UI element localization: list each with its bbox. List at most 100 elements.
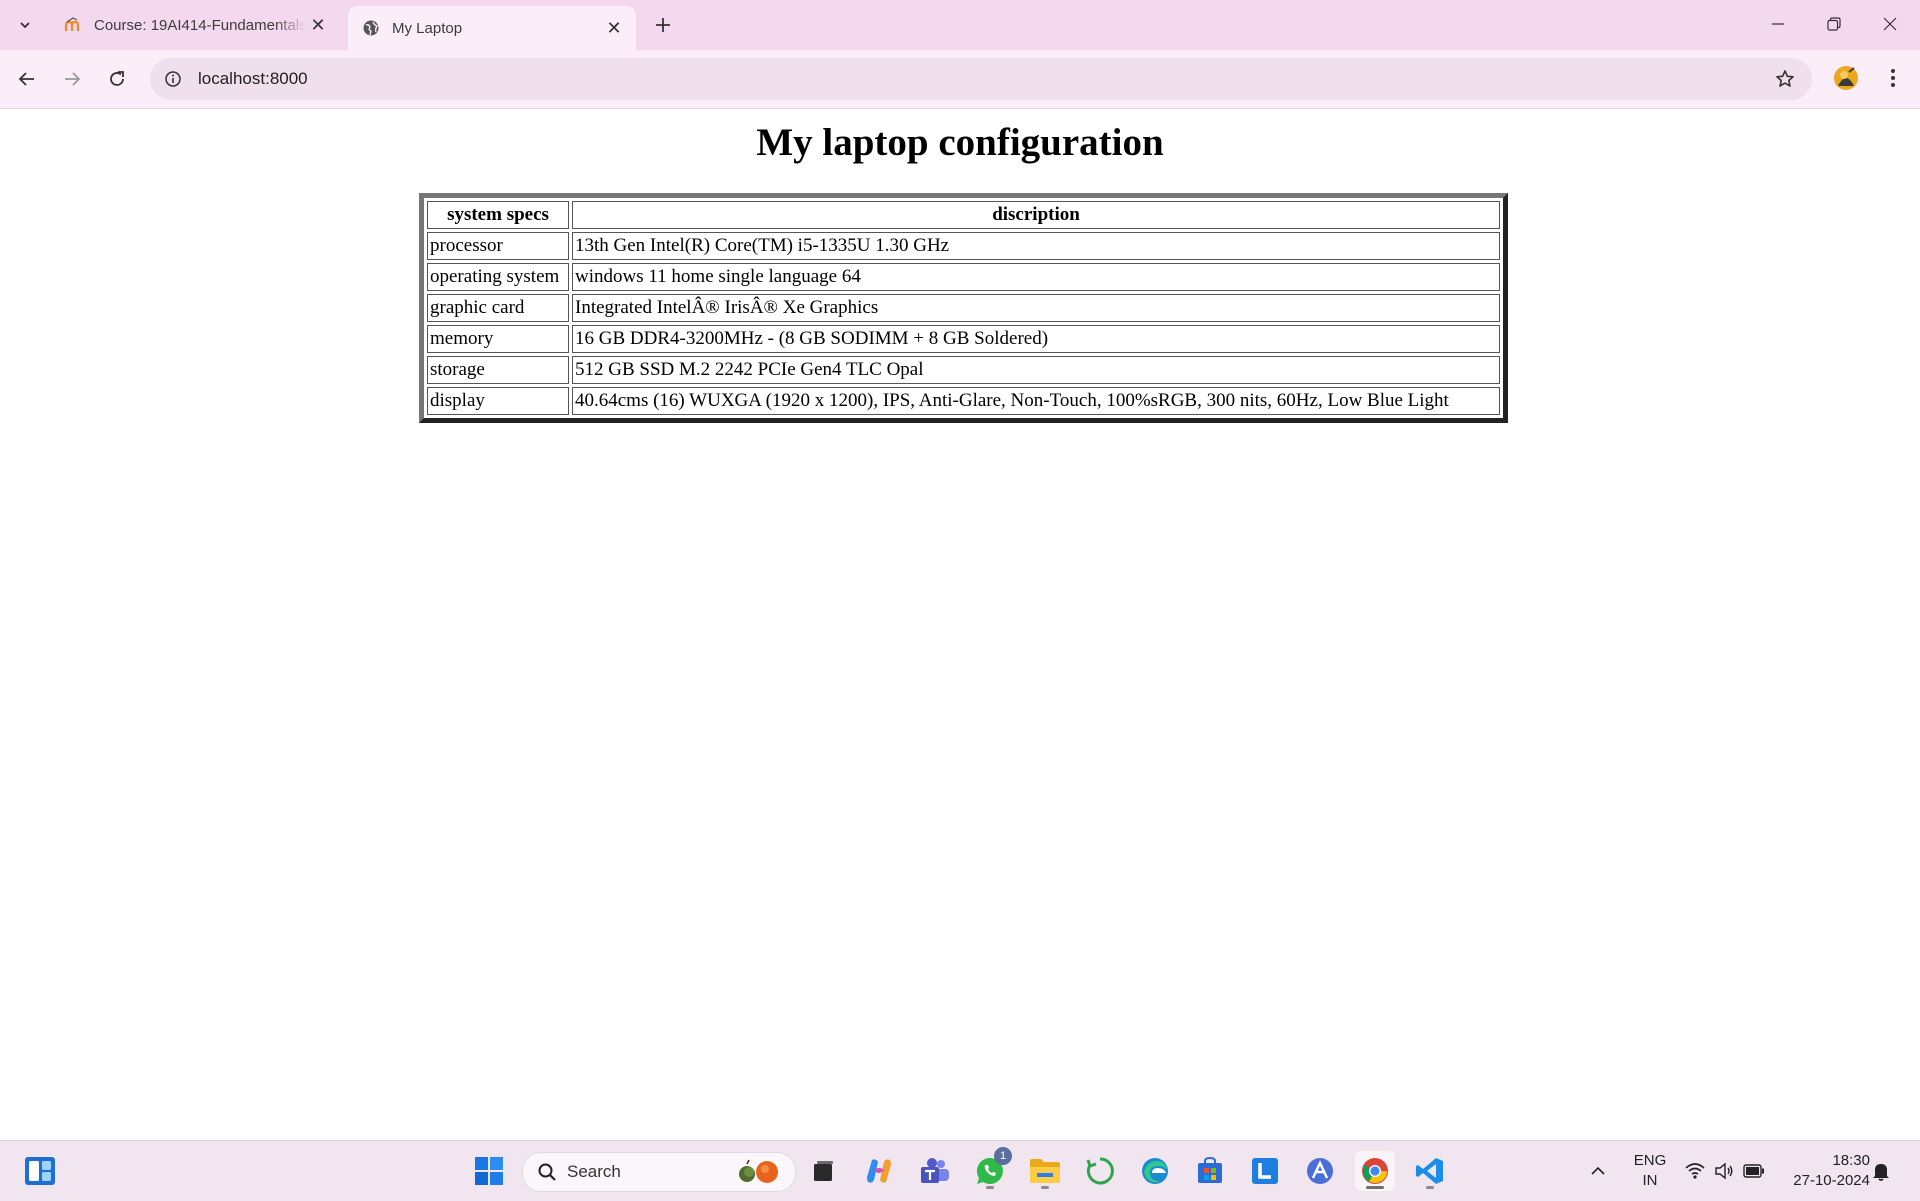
start-button[interactable] <box>469 1151 509 1191</box>
chrome-button[interactable] <box>1355 1151 1395 1191</box>
teams-button[interactable] <box>915 1151 955 1191</box>
lens-button[interactable] <box>1245 1151 1285 1191</box>
spec-value: 13th Gen Intel(R) Core(TM) i5-1335U 1.30… <box>572 232 1500 260</box>
notification-badge: 1 <box>994 1147 1012 1165</box>
browser-titlebar: Course: 19AI414-Fundamentals of Web... ✕… <box>0 0 1920 50</box>
search-label: Search <box>567 1162 621 1181</box>
running-indicator <box>986 1186 994 1189</box>
moodle-icon <box>64 16 82 34</box>
whatsapp-button[interactable]: 1 <box>970 1147 1012 1191</box>
spec-name: memory <box>427 325 569 353</box>
arrow-right-icon <box>65 72 81 86</box>
edge-icon <box>1142 1158 1168 1184</box>
spec-value: 512 GB SSD M.2 2242 PCIe Gen4 TLC Opal <box>572 356 1500 384</box>
more-vertical-icon <box>1891 69 1895 87</box>
spec-value: 16 GB DDR4-3200MHz - (8 GB SODIMM + 8 GB… <box>572 325 1500 353</box>
address-bar[interactable]: localhost:8000 <box>150 58 1812 100</box>
table-row: memory 16 GB DDR4-3200MHz - (8 GB SODIMM… <box>427 325 1500 353</box>
clock[interactable]: 18:30 27-10-2024 <box>1780 1151 1870 1191</box>
restore-icon <box>1827 17 1841 31</box>
tab-my-laptop[interactable]: My Laptop ✕ <box>348 6 636 50</box>
arc-icon <box>1307 1158 1333 1184</box>
tab-title: My Laptop <box>392 19 463 37</box>
close-window-button[interactable] <box>1870 8 1910 40</box>
notifications-button[interactable] <box>1872 1141 1900 1201</box>
quick-settings-button[interactable] <box>1685 1141 1765 1201</box>
close-icon[interactable]: ✕ <box>602 16 626 40</box>
globe-icon <box>362 19 380 37</box>
clock-time: 18:30 <box>1832 1152 1870 1169</box>
store-button[interactable] <box>1190 1151 1230 1191</box>
battery-icon <box>1743 1164 1764 1178</box>
spec-value: Integrated IntelÂ® IrisÂ® Xe Graphics <box>572 294 1500 322</box>
close-icon[interactable]: ✕ <box>306 13 330 37</box>
taskbar-search[interactable]: Search <box>522 1152 796 1192</box>
chevron-down-icon <box>20 22 30 29</box>
running-indicator <box>1426 1186 1434 1189</box>
arrow-left-icon <box>18 72 34 86</box>
web-page: My laptop configuration system specs dis… <box>0 109 1920 1140</box>
spec-name: storage <box>427 356 569 384</box>
new-tab-button[interactable] <box>650 12 676 38</box>
spec-value: 40.64cms (16) WUXGA (1920 x 1200), IPS, … <box>572 387 1500 415</box>
spec-name: operating system <box>427 263 569 291</box>
widgets-button[interactable] <box>20 1151 60 1191</box>
specs-table: system specs discription processor 13th … <box>419 193 1508 423</box>
vscode-button[interactable] <box>1410 1151 1450 1191</box>
store-icon <box>1198 1156 1222 1183</box>
profile-icon <box>1834 66 1858 90</box>
folder-icon <box>1030 1159 1060 1183</box>
column-header: system specs <box>427 201 569 229</box>
back-button[interactable] <box>11 63 43 95</box>
running-indicator <box>1041 1186 1049 1189</box>
search-icon <box>537 1162 557 1182</box>
spec-name: display <box>427 387 569 415</box>
widgets-icon <box>25 1157 55 1185</box>
clock-date: 27-10-2024 <box>1793 1172 1870 1189</box>
taskbar: Search 1 ENG IN 18:30 27-10-2024 <box>0 1140 1920 1201</box>
table-row: operating system windows 11 home single … <box>427 263 1500 291</box>
close-icon <box>1883 17 1897 31</box>
table-header-row: system specs discription <box>427 201 1500 229</box>
bell-icon <box>1873 1164 1889 1181</box>
browser-menu-button[interactable] <box>1878 62 1908 94</box>
table-row: processor 13th Gen Intel(R) Core(TM) i5-… <box>427 232 1500 260</box>
spec-name: graphic card <box>427 294 569 322</box>
reload-button[interactable] <box>101 63 133 95</box>
show-hidden-icons-button[interactable] <box>1590 1141 1616 1201</box>
language-code: ENG <box>1633 1152 1667 1169</box>
refresh-circle-icon <box>1086 1157 1114 1185</box>
file-explorer-button[interactable] <box>1025 1151 1065 1191</box>
wifi-icon <box>1685 1163 1705 1179</box>
copilot-icon <box>867 1159 891 1183</box>
minimize-icon <box>1772 23 1784 25</box>
app-button-circle[interactable] <box>1080 1151 1120 1191</box>
vscode-icon <box>1416 1158 1443 1184</box>
profile-avatar[interactable] <box>1830 62 1862 94</box>
chrome-icon <box>1362 1158 1388 1184</box>
table-row: graphic card Integrated IntelÂ® IrisÂ® X… <box>427 294 1500 322</box>
task-view-button[interactable] <box>803 1151 843 1191</box>
plus-icon <box>656 18 670 32</box>
windows-logo-icon <box>475 1157 503 1185</box>
arc-app-button[interactable] <box>1300 1151 1340 1191</box>
forward-button[interactable] <box>56 63 88 95</box>
browser-toolbar: localhost:8000 <box>0 50 1920 109</box>
spec-name: processor <box>427 232 569 260</box>
chevron-up-icon <box>1591 1166 1605 1175</box>
tab-search-button[interactable] <box>10 10 40 40</box>
restore-button[interactable] <box>1814 8 1854 40</box>
copilot-button[interactable] <box>859 1151 899 1191</box>
language-indicator[interactable]: ENG IN <box>1630 1151 1670 1191</box>
bookmark-star-icon[interactable] <box>1770 64 1800 94</box>
reload-icon <box>110 71 124 86</box>
tab-course[interactable]: Course: 19AI414-Fundamentals of Web... ✕ <box>50 6 340 44</box>
minimize-button[interactable] <box>1758 8 1798 40</box>
edge-button[interactable] <box>1135 1151 1175 1191</box>
address-text[interactable]: localhost:8000 <box>198 69 1770 89</box>
task-view-icon <box>814 1161 833 1181</box>
site-info-icon[interactable] <box>162 68 184 90</box>
teams-icon <box>921 1158 949 1183</box>
table-row: display 40.64cms (16) WUXGA (1920 x 1200… <box>427 387 1500 415</box>
region-code: IN <box>1642 1172 1658 1189</box>
